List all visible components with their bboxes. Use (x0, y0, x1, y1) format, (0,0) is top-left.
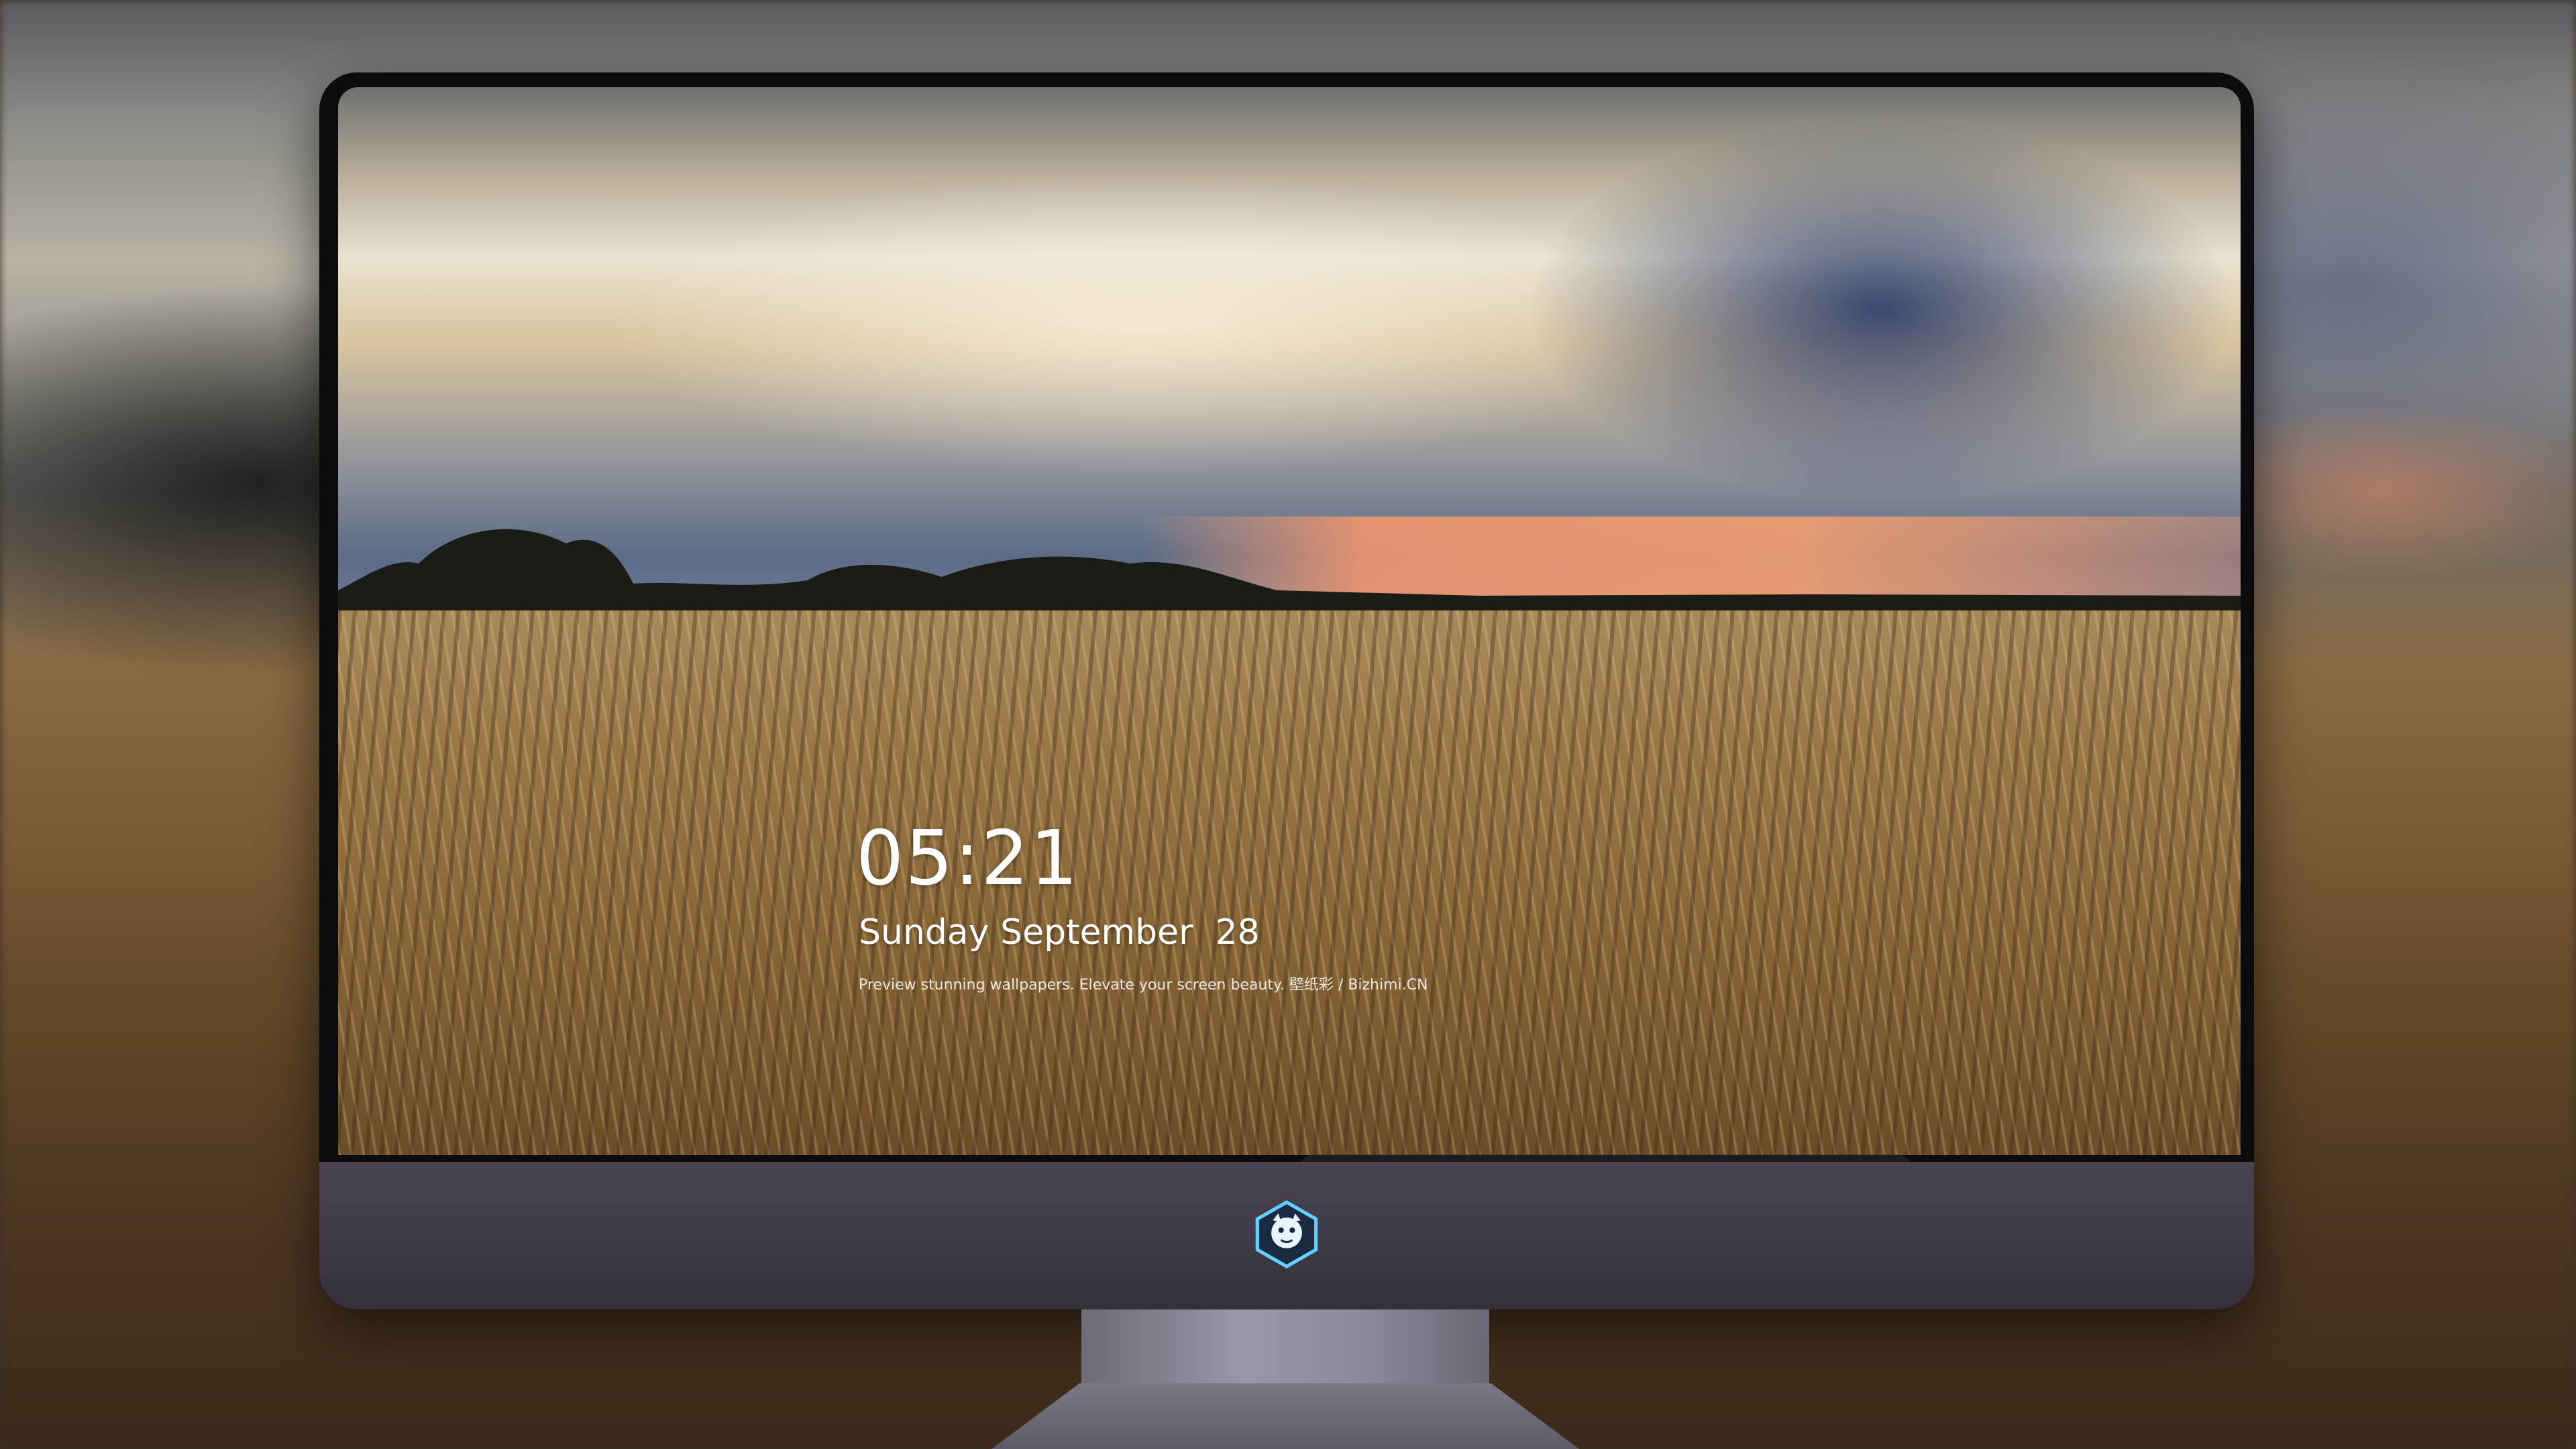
monitor-frame: 05:21 Sunday September 28 Preview stunni… (319, 72, 2254, 1309)
stand-base (991, 1383, 1579, 1449)
lockscreen-clock: 05:21 (856, 815, 1079, 902)
treeline (338, 529, 2241, 624)
dragon-logo-icon (1255, 1200, 1318, 1269)
lockscreen-date: Sunday September 28 (859, 912, 1260, 953)
desktop-screen: 05:21 Sunday September 28 Preview stunni… (338, 87, 2241, 1155)
stand-neck (1081, 1309, 1489, 1383)
wheat-field (338, 610, 2241, 1155)
lockscreen-tagline: Preview stunning wallpapers. Elevate you… (859, 977, 1428, 994)
sky-blue-cloud (1479, 87, 2241, 517)
